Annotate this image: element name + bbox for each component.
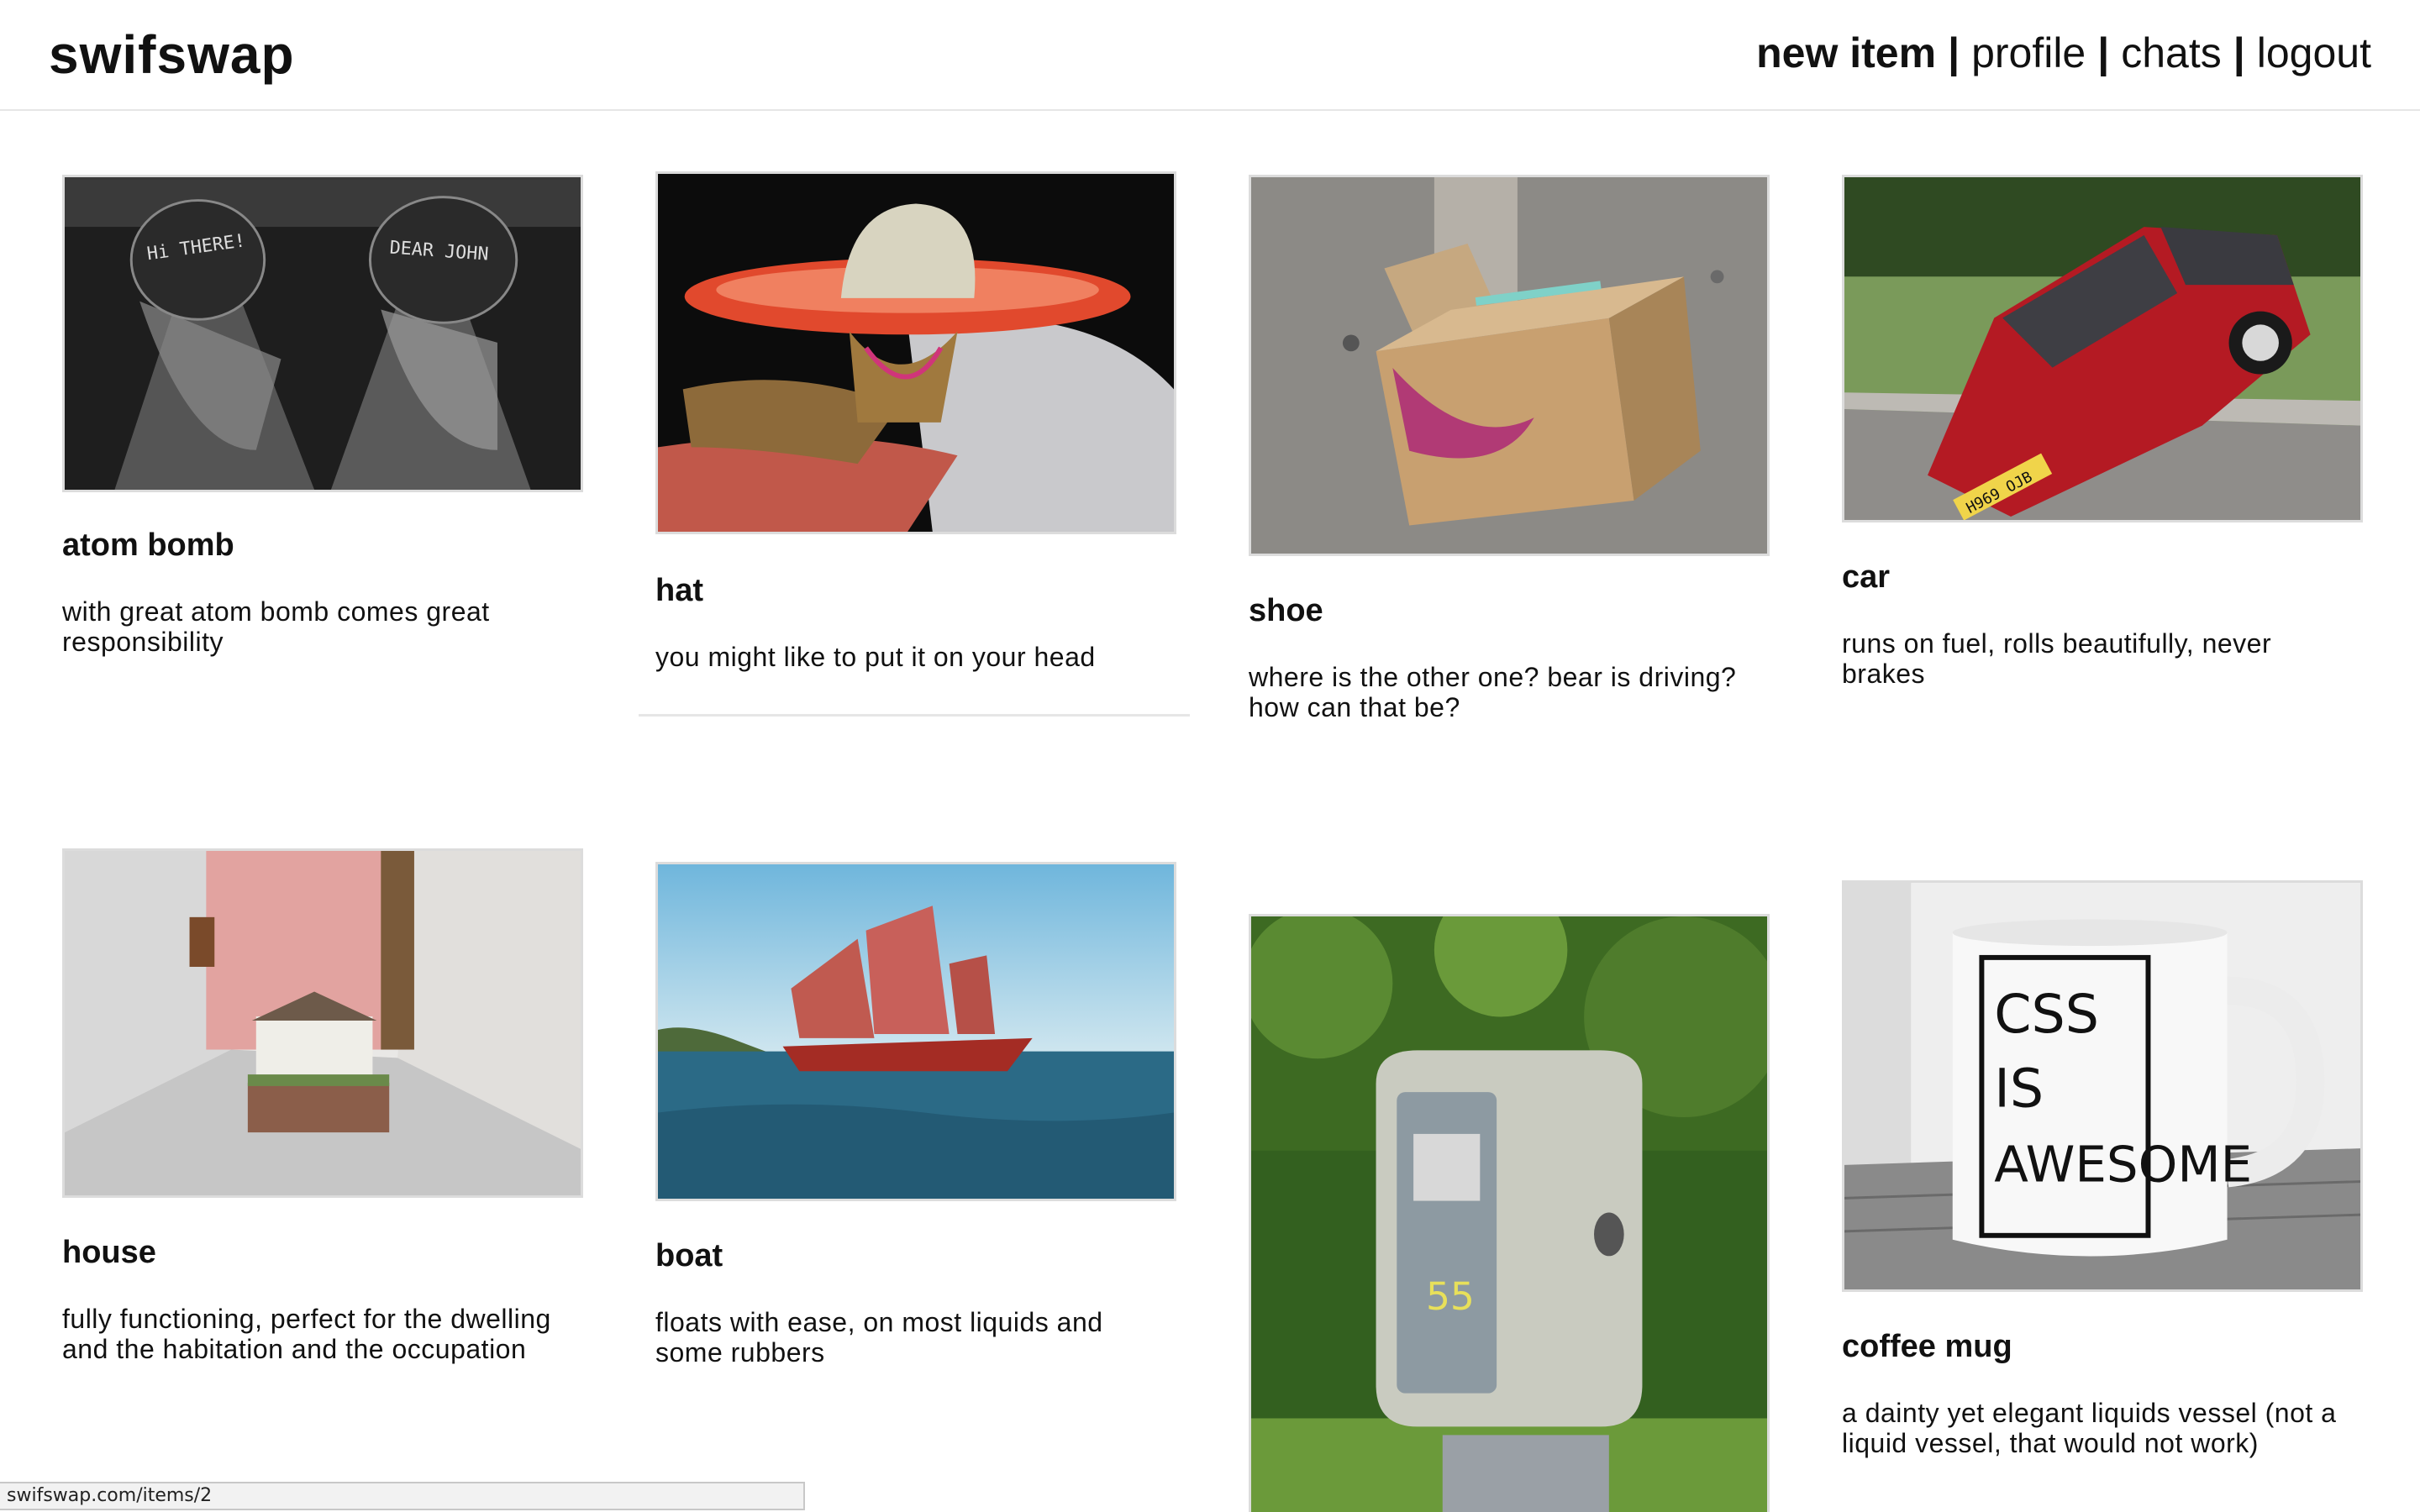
nav-new-item-link[interactable]: new item <box>1756 29 1936 76</box>
mug-text-line2: IS <box>1994 1058 2044 1120</box>
main-nav: new item | profile | chats | logout <box>1756 29 2371 77</box>
item-title[interactable]: car <box>1842 559 1890 596</box>
nav-chats-link[interactable]: chats <box>2121 29 2222 76</box>
item-card-coffee-mug[interactable]: CSS IS AWESOME coffee mug a dainty yet e… <box>1842 880 2386 1468</box>
item-photo-coffee-mug[interactable]: CSS IS AWESOME <box>1842 880 2363 1292</box>
item-photo-hat[interactable] <box>655 171 1176 534</box>
site-logo[interactable]: swifswap <box>49 24 295 86</box>
item-description: runs on fuel, rolls beautifully, never b… <box>1842 628 2272 689</box>
item-card-house[interactable]: house fully functioning, perfect for the… <box>62 848 607 1403</box>
item-title[interactable]: hat <box>655 573 703 609</box>
item-description: floats with ease, on most liquids and so… <box>655 1307 1103 1368</box>
nav-separator: | <box>1948 29 1960 76</box>
item-title[interactable]: house <box>62 1235 156 1271</box>
item-description: where is the other one? bear is driving?… <box>1249 662 1737 722</box>
item-photo-shoe[interactable] <box>1249 175 1770 556</box>
mug-text-line3: AWESOME <box>1994 1136 2252 1194</box>
item-description: with great atom bomb comes great respons… <box>62 596 490 657</box>
item-title[interactable]: boat <box>655 1238 723 1274</box>
item-photo-boat[interactable] <box>655 862 1176 1201</box>
item-title[interactable]: coffee mug <box>1842 1329 2012 1365</box>
item-photo-mac-mailbox[interactable]: 55 <box>1249 914 1770 1512</box>
item-card-boat[interactable]: boat floats with ease, on most liquids a… <box>655 862 1200 1399</box>
item-title[interactable]: shoe <box>1249 593 1323 629</box>
item-card-mac-mailbox[interactable]: 55 <box>1249 914 1793 1512</box>
item-photo-car[interactable]: H969 OJB <box>1842 175 2363 522</box>
browser-status-bar: swifswap.com/items/2 <box>0 1482 805 1510</box>
hover-underline <box>639 714 1190 717</box>
nav-logout-link[interactable]: logout <box>2257 29 2371 76</box>
item-description: a dainty yet elegant liquids vessel (not… <box>1842 1398 2337 1458</box>
item-card-atom-bomb[interactable]: Hi THERE! DEAR JOHN atom bomb with great… <box>62 175 607 679</box>
item-card-car[interactable]: H969 OJB car runs on fuel, rolls beautif… <box>1842 175 2386 712</box>
item-description: fully functioning, perfect for the dwell… <box>62 1304 551 1364</box>
nav-separator: | <box>2233 29 2245 76</box>
item-card-shoe[interactable]: shoe where is the other one? bear is dri… <box>1249 175 1793 746</box>
item-photo-house[interactable] <box>62 848 583 1198</box>
item-title[interactable]: atom bomb <box>62 528 234 564</box>
mug-text-line1: CSS <box>1994 983 2099 1045</box>
item-photo-atom-bomb[interactable]: Hi THERE! DEAR JOHN <box>62 175 583 492</box>
item-card-hat[interactable]: hat you might like to put it on your hea… <box>655 171 1200 717</box>
nav-profile-link[interactable]: profile <box>1971 29 2086 76</box>
mac-number-text: 55 <box>1426 1274 1475 1319</box>
nav-separator: | <box>2097 29 2110 76</box>
header-bar: swifswap new item | profile | chats | logout <box>0 0 2420 111</box>
item-description: you might like to put it on your head <box>655 642 1096 672</box>
